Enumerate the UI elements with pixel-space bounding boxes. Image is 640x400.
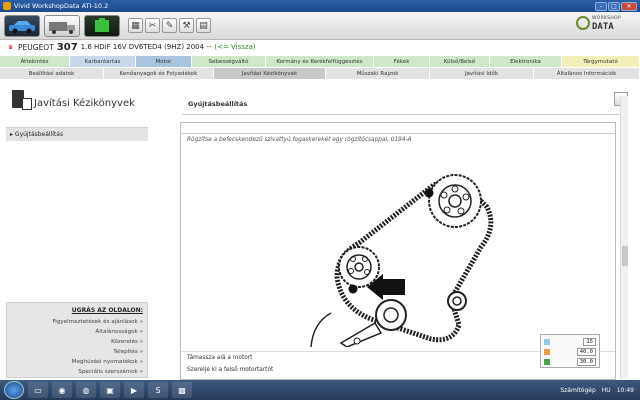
subtab-javitasi-idok[interactable]: Javítási Idők [430, 68, 534, 79]
peugeot-logo-icon: ♛ [8, 44, 14, 51]
timing-belt-diagram [310, 174, 494, 347]
manual-book-icon [10, 88, 34, 114]
left-panel-header: Javítási Kézikönyvek [6, 88, 148, 114]
content-divider [182, 114, 622, 115]
vehicle-desc: 1.6 HDiF 16V DV6TED4 (9HZ) 2004 -- [80, 43, 212, 51]
close-button[interactable]: ✕ [621, 1, 637, 11]
vehicle-make: PEUGEOT [18, 42, 54, 52]
list-item[interactable]: ▸ Gyújtásbeállítás [6, 128, 148, 141]
content-scrollbar[interactable] [620, 96, 628, 378]
toolbar: ▦ ✂ ✎ ⚒ ▤ [0, 12, 640, 40]
tab-kulso-belso[interactable]: Külső/Belső [430, 56, 490, 67]
vehicle-info: ♛ PEUGEOT 307 1.6 HDiF 16V DV6TED4 (9HZ)… [0, 40, 640, 54]
taskbar-app-icon[interactable]: ▩ [172, 382, 192, 398]
pen-icon[interactable]: ✎ [162, 18, 177, 33]
step-support-engine: Támassza alá a motort [187, 355, 253, 361]
jump-title: UGRÁS AZ OLDALON: [71, 307, 143, 314]
subtab-kenoanyagok[interactable]: Kenőanyagok és Folyadékok [104, 68, 214, 79]
battery-icon[interactable] [84, 15, 120, 37]
step-instruction: Rögzítse a befecskendező szivattyú fogas… [187, 137, 412, 143]
jump-link-nyomatekok[interactable]: Meghúzási nyomatékok » [11, 357, 143, 367]
subtab-beallitasi-adatok[interactable]: Beállítási adatok [0, 68, 104, 79]
vehicle-model: 307 [56, 41, 78, 53]
system-tray: Számítógép HU 10:49 [554, 383, 634, 397]
ok-icon [544, 358, 550, 365]
tab-karbantartas[interactable]: Karbantartás [70, 56, 136, 67]
left-panel: Javítási Kézikönyvek ▸ Gyújtásbeállítás … [6, 82, 148, 378]
minimize-button[interactable]: – [595, 1, 607, 11]
taskbar-firefox-icon[interactable]: ◍ [76, 382, 96, 398]
subtab-javitasi-kezikonyvek[interactable]: Javítási Kézikönyvek [214, 68, 326, 79]
back-link[interactable]: (<= Vissza) [214, 43, 255, 51]
taskbar: ▭ ◉ ◍ ▣ ▶ S ▩ Számítógép HU 10:49 [0, 380, 640, 400]
content-title: Gyújtásbeállítás [188, 100, 248, 108]
step-remove-mount: Szerelje ki a felső motortartót [187, 367, 274, 373]
tab-kormany[interactable]: Kormány és Kerékfelfüggesztés [266, 56, 374, 67]
workshopdata-logo: WORKSHOP DATA [570, 14, 632, 36]
tray-computer-label[interactable]: Számítógép [560, 387, 595, 394]
jump-link-szerszamok[interactable]: Speciális szerszámok » [11, 367, 143, 377]
calculator-icon[interactable]: ▦ [128, 18, 143, 33]
tab-elektronika[interactable]: Elektronika [490, 56, 562, 67]
panel-divider [181, 133, 615, 134]
tab-attekintes[interactable]: Áttekintés [0, 56, 70, 67]
section-list: ▸ Gyújtásbeállítás [6, 127, 148, 297]
left-panel-heading: Javítási Kézikönyvek [34, 98, 135, 109]
title-bar: Vivid WorkshopData ATI-10.2 – □ ✕ [0, 0, 640, 12]
tray-clock: 10:49 [616, 386, 634, 394]
tab-motor[interactable]: Motor [136, 56, 192, 67]
taskbar-browser-icon[interactable]: ◉ [52, 382, 72, 398]
car-icon[interactable] [4, 15, 40, 37]
taskbar-skype-icon[interactable]: S [148, 382, 168, 398]
window-title: Vivid WorkshopData ATI-10.2 [14, 2, 109, 10]
taskbar-folder-icon[interactable]: ▭ [28, 382, 48, 398]
tab-sebessegvalto[interactable]: Sebességváltó [192, 56, 266, 67]
maximize-button[interactable]: □ [608, 1, 620, 11]
tools-icon[interactable]: ✂ [145, 18, 160, 33]
start-button[interactable] [4, 381, 24, 399]
legend-value-3: 30.0 [576, 357, 596, 366]
jump-link-telepites[interactable]: Telepítés » [11, 347, 143, 357]
main-tabs: Áttekintés Karbantartás Motor Sebességvá… [0, 56, 640, 67]
time-icon [544, 338, 550, 345]
document-icon[interactable]: ▤ [196, 18, 211, 33]
warning-icon [544, 348, 550, 355]
taskbar-media-icon[interactable]: ▶ [124, 382, 144, 398]
wrench-icon[interactable]: ⚒ [179, 18, 194, 33]
tray-language[interactable]: HU [602, 387, 611, 394]
truck-icon[interactable] [44, 15, 80, 37]
app-icon [3, 2, 11, 10]
sub-tabs: Beállítási adatok Kenőanyagok és Folyadé… [0, 68, 640, 79]
scrollbar-thumb[interactable] [622, 246, 628, 266]
subtab-altalanos-informaciok[interactable]: Általános Információk [534, 68, 640, 79]
status-legend: 15 40.0 30.0 [540, 334, 600, 368]
taskbar-save-icon[interactable]: ▣ [100, 382, 120, 398]
jump-to-section-box: UGRÁS AZ OLDALON: Figyelmeztetések és aj… [6, 302, 148, 378]
tab-fekek[interactable]: Fékek [374, 56, 430, 67]
jump-link-figyelmeztetesek[interactable]: Figyelmeztetések és ajánlások » [11, 317, 143, 327]
jump-link-altalanossagok[interactable]: Általánosságok » [11, 327, 143, 337]
legend-value-2: 40.0 [576, 347, 596, 356]
tab-targymutato[interactable]: Tárgymutató [562, 56, 640, 67]
jump-link-kozereles[interactable]: Közerelés » [11, 337, 143, 347]
subtab-muszaki-rajzok[interactable]: Műszaki Rajzok [326, 68, 430, 79]
legend-value-1: 15 [583, 337, 596, 346]
